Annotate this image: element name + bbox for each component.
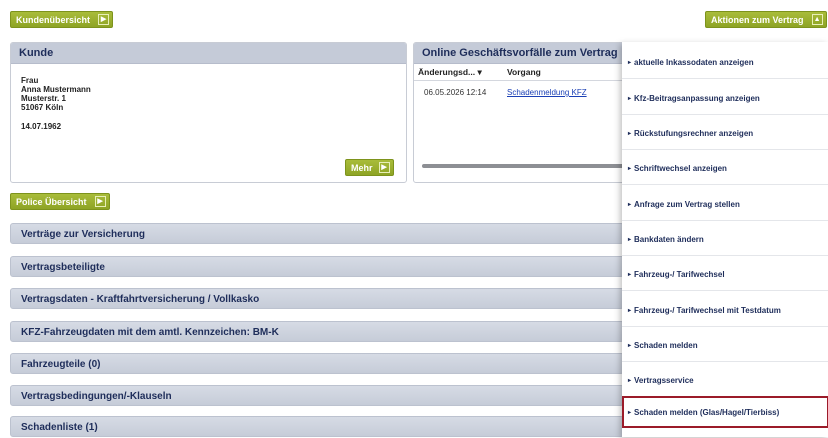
mehr-label: Mehr <box>351 163 373 173</box>
menu-item-schaden-melden[interactable]: ▸ Schaden melden <box>628 341 698 350</box>
column-aenderungsdatum[interactable]: Änderungsd... ▾ <box>418 64 482 80</box>
section-kfz-fahrzeugdaten[interactable]: KFZ-Fahrzeugdaten mit dem amtl. Kennzeic… <box>10 321 624 342</box>
menu-item-label: Vertragsservice <box>634 376 694 385</box>
kunde-panel: Kunde Frau Anna Mustermann Musterstr. 1 … <box>10 42 407 183</box>
arrow-right-icon: ▶ <box>94 196 106 207</box>
customer-salutation: Frau <box>21 76 39 85</box>
online-vorgaenge-panel: Online Geschäftsvorfälle zum Vertrag Änd… <box>413 42 635 183</box>
section-vertraege[interactable]: Verträge zur Versicherung <box>10 223 624 244</box>
mehr-button[interactable]: Mehr ▶ <box>345 159 394 176</box>
aktionen-menu: ▸ aktuelle Inkassodaten anzeigen ▸ Kfz-Bei… <box>622 42 828 437</box>
section-vertragsbeteiligte[interactable]: Vertragsbeteiligte <box>10 256 624 277</box>
customer-city: 51067 Köln <box>21 103 64 112</box>
customer-street: Musterstr. 1 <box>21 94 66 103</box>
kundenuebersicht-button[interactable]: Kundenübersicht ▶ <box>10 11 114 28</box>
kundenuebersicht-label: Kundenübersicht <box>16 15 91 25</box>
menu-item-tarifwechsel[interactable]: ▸ Fahrzeug-/ Tarifwechsel <box>628 270 725 279</box>
menu-item-label: aktuelle Inkassodaten anzeigen <box>634 58 754 67</box>
menu-item-label: Fahrzeug-/ Tarifwechsel <box>634 270 725 279</box>
schadenmeldung-link[interactable]: Schadenmeldung KFZ <box>507 88 587 97</box>
menu-item-label: Anfrage zum Vertrag stellen <box>634 200 740 209</box>
police-label: Police Übersicht <box>16 197 87 207</box>
menu-item-beitragsanpassung[interactable]: ▸ Kfz-Beitragsanpassung anzeigen <box>628 94 760 103</box>
bullet-icon: ▸ <box>628 343 632 349</box>
section-schadenliste[interactable]: Schadenliste (1) <box>10 416 624 437</box>
aktionen-zum-vertrag-button[interactable]: Aktionen zum Vertrag ▲ <box>705 11 827 28</box>
customer-birthdate: 14.07.1962 <box>21 122 62 131</box>
menu-item-schriftwechsel[interactable]: ▸ Schriftwechsel anzeigen <box>628 164 727 173</box>
bullet-icon: ▸ <box>628 378 632 384</box>
police-uebersicht-button[interactable]: Police Übersicht ▶ <box>10 193 110 210</box>
sort-icon: ▾ <box>477 67 482 77</box>
customer-name: Anna Mustermann <box>21 85 91 94</box>
section-vertragsdaten[interactable]: Vertragsdaten - Kraftfahrtversicherung /… <box>10 288 624 309</box>
menu-item-vertragsservice[interactable]: ▸ Vertragsservice <box>628 376 694 385</box>
bullet-icon: ▸ <box>628 60 632 66</box>
bullet-icon: ▸ <box>628 237 632 243</box>
column-date-label: Änderungsd... <box>418 67 476 77</box>
menu-item-label: Rückstufungsrechner anzeigen <box>634 129 754 138</box>
row-date: 06.05.2026 12:14 <box>424 88 487 97</box>
horizontal-scrollbar[interactable] <box>422 164 634 168</box>
menu-item-label: Bankdaten ändern <box>634 235 704 244</box>
arrow-right-icon: ▶ <box>378 162 390 173</box>
menu-item-inkassodaten[interactable]: ▸ aktuelle Inkassodaten anzeigen <box>628 58 754 67</box>
arrow-right-icon: ▶ <box>98 14 110 25</box>
bullet-icon: ▸ <box>628 131 632 137</box>
menu-item-label: Fahrzeug-/ Tarifwechsel mit Testdatum <box>634 306 781 315</box>
bullet-icon: ▸ <box>628 166 632 172</box>
section-vertragsbedingungen[interactable]: Vertragsbedingungen/-Klauseln <box>10 385 624 406</box>
online-title: Online Geschäftsvorfälle zum Vertrag <box>414 43 634 64</box>
arrow-up-icon: ▲ <box>811 14 823 25</box>
vorgaenge-table-header: Änderungsd... ▾ Vorgang <box>414 64 634 81</box>
bullet-icon: ▸ <box>628 202 632 208</box>
menu-item-anfrage[interactable]: ▸ Anfrage zum Vertrag stellen <box>628 200 740 209</box>
menu-item-label: Kfz-Beitragsanpassung anzeigen <box>634 94 760 103</box>
menu-item-bankdaten[interactable]: ▸ Bankdaten ändern <box>628 235 704 244</box>
kunde-title: Kunde <box>11 43 406 64</box>
bullet-icon: ▸ <box>628 308 632 314</box>
menu-item-rueckstufungsrechner[interactable]: ▸ Rückstufungsrechner anzeigen <box>628 129 753 138</box>
menu-item-tarifwechsel-testdatum[interactable]: ▸ Fahrzeug-/ Tarifwechsel mit Testdatum <box>628 306 781 315</box>
bullet-icon: ▸ <box>628 272 632 278</box>
menu-item-label: Schaden melden <box>634 341 698 350</box>
aktionen-label: Aktionen zum Vertrag <box>711 15 804 25</box>
section-fahrzeugteile[interactable]: Fahrzeugteile (0) <box>10 353 624 374</box>
menu-item-label: Schriftwechsel anzeigen <box>634 164 727 173</box>
bullet-icon: ▸ <box>628 96 632 102</box>
highlight-frame <box>622 396 828 428</box>
column-vorgang[interactable]: Vorgang <box>507 64 541 80</box>
